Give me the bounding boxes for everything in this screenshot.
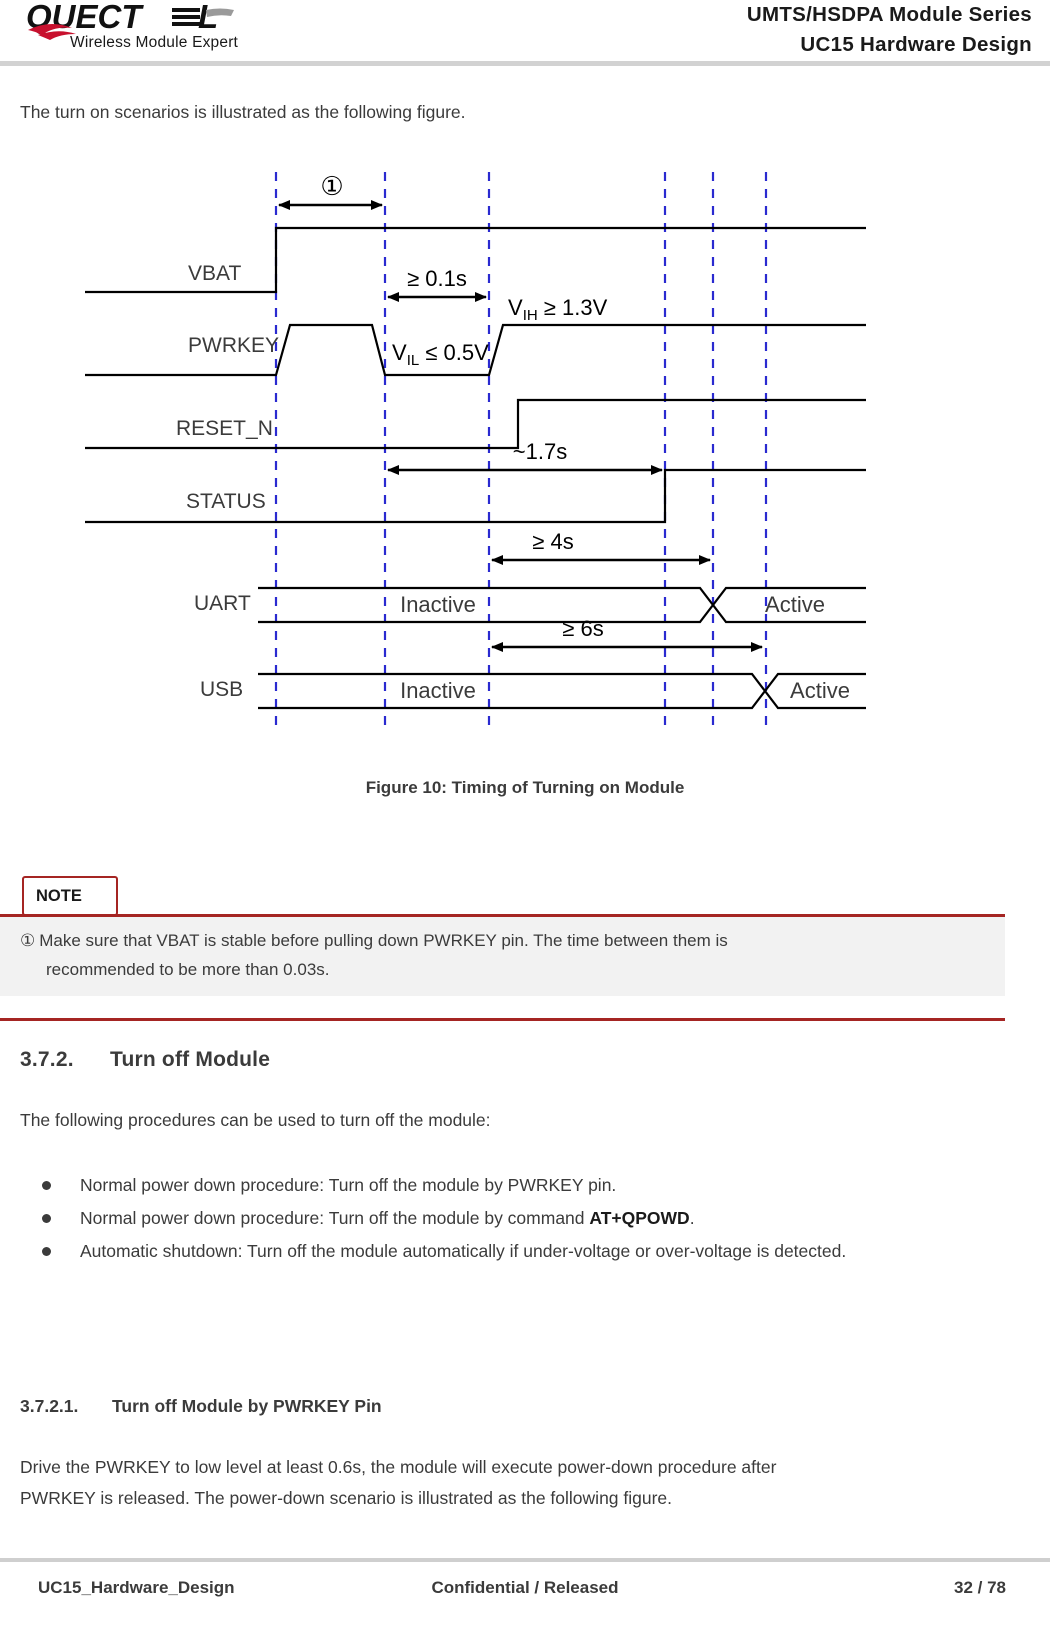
usb-state-inactive: Inactive [400, 678, 476, 703]
turn-off-paragraph: The following procedures can be used to … [20, 1110, 491, 1130]
note-line2: recommended to be more than 0.03s. [46, 960, 330, 979]
usb-state-active: Active [790, 678, 850, 703]
logo-tagline: Wireless Module Expert [70, 34, 239, 51]
pwrkey-paragraph-line1: Drive the PWRKEY to low level at least 0… [20, 1457, 777, 1477]
waveform-usb [258, 672, 866, 710]
document-page: QUECT L Wireless Module Expert UMTS/HSDP… [0, 0, 1050, 1638]
footer-divider [0, 1558, 1050, 1562]
quectel-logo: QUECT L Wireless Module Expert [22, 2, 292, 58]
header-title-line1: UMTS/HSDPA Module Series [746, 3, 1032, 26]
status-time-label: ~1.7s [513, 439, 567, 464]
signal-label-status: STATUS [186, 490, 266, 513]
header-divider [0, 61, 1050, 66]
usb-time-label: ≥ 6s [562, 616, 603, 641]
marker-one-label: ① [320, 172, 343, 202]
note-tab: NOTE [22, 876, 118, 916]
signal-label-uart: UART [194, 592, 251, 615]
signal-label-usb: USB [200, 678, 243, 701]
timing-diagram-svg: ① VBAT PWRKEY ≥ 0.1s VIH ≥ 1.3V VIL ≤ 0.… [85, 172, 866, 725]
section-heading-turn-off: 3.7.2. Turn off Module [20, 1048, 270, 1072]
timing-diagram-figure: ① VBAT PWRKEY ≥ 0.1s VIH ≥ 1.3V VIL ≤ 0.… [0, 160, 1050, 760]
bullet-text: Automatic shutdown: Turn off the module … [80, 1241, 847, 1261]
subsection-title: Turn off Module by PWRKEY Pin [112, 1396, 382, 1416]
signal-label-reset-n: RESET_N [176, 417, 273, 440]
subsection-number: 3.7.2.1. [20, 1396, 79, 1416]
svg-text:L: L [198, 2, 218, 35]
bullet-dot-icon [42, 1181, 51, 1190]
bullet-command: AT+QPOWD [589, 1208, 690, 1228]
header-title-line2: UC15 Hardware Design [800, 33, 1032, 56]
page-footer: UC15_Hardware_Design Confidential / Rele… [0, 1572, 1050, 1612]
pwrkey-low-time-label: ≥ 0.1s [407, 266, 467, 291]
note-top-rule [0, 914, 1005, 917]
bullet-text: Normal power down procedure: Turn off th… [80, 1175, 617, 1195]
intro-paragraph: The turn on scenarios is illustrated as … [20, 102, 466, 122]
turn-off-bullet-list: Normal power down procedure: Turn off th… [20, 1170, 1030, 1269]
bullet-dot-icon [42, 1247, 51, 1256]
subsection-heading-pwrkey: 3.7.2.1. Turn off Module by PWRKEY Pin [20, 1396, 382, 1417]
uart-time-label: ≥ 4s [532, 529, 573, 554]
list-item: Normal power down procedure: Turn off th… [20, 1203, 1030, 1234]
bullet-text: Normal power down procedure: Turn off th… [80, 1208, 590, 1228]
header-title: UMTS/HSDPA Module Series UC15 Hardware D… [472, 0, 1032, 60]
pwrkey-paragraph-line2: PWRKEY is released. The power-down scena… [20, 1488, 673, 1508]
uart-state-active: Active [765, 592, 825, 617]
footer-page-number: 32 / 78 [954, 1578, 1006, 1597]
note-marker: ① [20, 931, 36, 950]
signal-label-vbat: VBAT [188, 262, 241, 285]
list-item: Automatic shutdown: Turn off the module … [20, 1236, 1030, 1267]
figure-caption: Figure 10: Timing of Turning on Module [365, 778, 685, 797]
footer-classification: Confidential / Released [431, 1578, 619, 1597]
note-body: ① Make sure that VBAT is stable before pu… [0, 917, 1005, 996]
section-number: 3.7.2. [20, 1048, 74, 1071]
vih-label: VIH ≥ 1.3V [508, 295, 608, 324]
list-item: Normal power down procedure: Turn off th… [20, 1170, 1030, 1201]
bullet-text-tail: . [689, 1208, 695, 1228]
uart-state-inactive: Inactive [400, 592, 476, 617]
note-line1: Make sure that VBAT is stable before pul… [39, 931, 728, 950]
note-label: NOTE [36, 887, 82, 905]
note-bottom-rule [0, 1018, 1005, 1021]
bullet-dot-icon [42, 1214, 51, 1223]
page-header: QUECT L Wireless Module Expert UMTS/HSDP… [0, 0, 1050, 62]
vil-label: VIL ≤ 0.5V [392, 340, 489, 369]
section-title: Turn off Module [110, 1048, 271, 1071]
signal-label-pwrkey: PWRKEY [188, 334, 279, 357]
